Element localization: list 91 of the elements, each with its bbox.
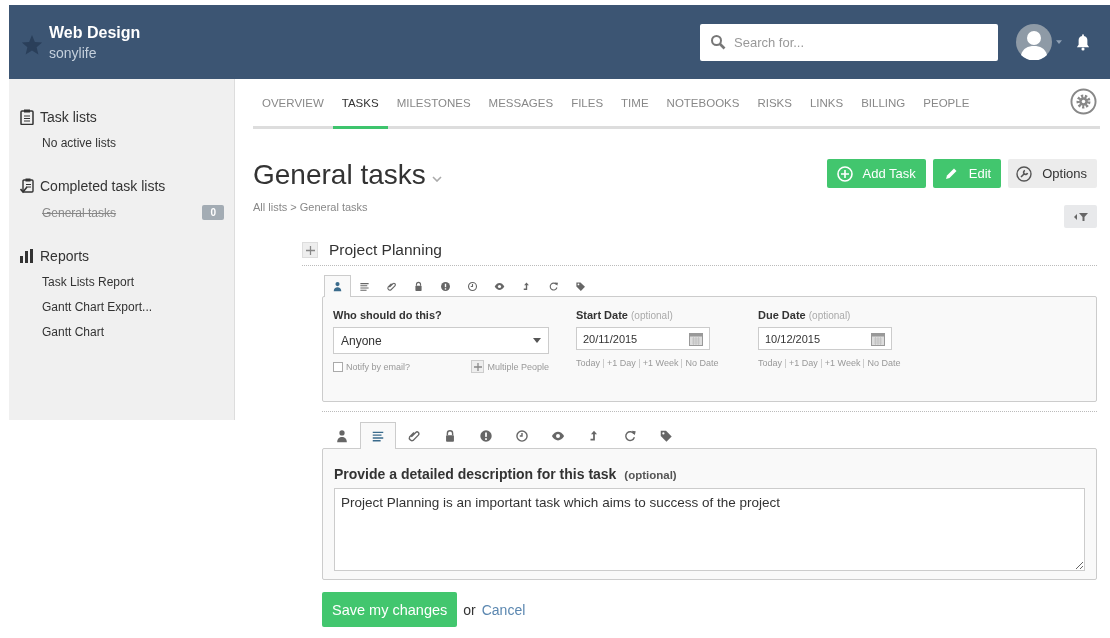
section-title: Task lists bbox=[40, 109, 97, 125]
panel-tab[interactable] bbox=[360, 422, 396, 449]
nav-tab[interactable]: TIME bbox=[612, 79, 658, 126]
repeat-icon bbox=[623, 429, 637, 443]
cancel-link[interactable]: Cancel bbox=[481, 601, 526, 618]
settings-icon[interactable] bbox=[1070, 87, 1097, 115]
date-shortcut-link[interactable]: Today bbox=[576, 359, 605, 368]
task-list-link[interactable]: No active lists bbox=[42, 136, 117, 150]
task-name: Project Planning bbox=[329, 241, 442, 259]
expand-icon[interactable] bbox=[302, 242, 318, 258]
person-icon bbox=[332, 281, 343, 292]
optional-hint: (optional) bbox=[808, 310, 851, 321]
date-field[interactable]: 10/12/2015 bbox=[758, 327, 892, 350]
assignee-select[interactable]: Anyone bbox=[333, 327, 549, 354]
alert-icon bbox=[479, 429, 493, 443]
caret-icon[interactable] bbox=[1056, 40, 1062, 44]
date-shortcut-link[interactable]: +1 Week bbox=[821, 359, 865, 368]
task-list-link[interactable]: General tasks bbox=[42, 205, 117, 220]
repeat-icon bbox=[548, 281, 559, 292]
task-list-link[interactable]: Gantt Chart Export... bbox=[42, 300, 153, 314]
date-shortcut-link[interactable]: +1 Day bbox=[786, 359, 822, 368]
task-list-link[interactable]: Gantt Chart bbox=[42, 325, 105, 339]
filter-icon bbox=[1073, 212, 1088, 221]
nav-tab[interactable]: RISKS bbox=[748, 79, 801, 126]
lines-icon bbox=[371, 429, 385, 443]
nav-tab[interactable]: LINKS bbox=[800, 79, 853, 126]
company-name: sonylife bbox=[49, 44, 98, 61]
wrench-icon bbox=[1016, 165, 1033, 182]
panel-tab[interactable] bbox=[324, 275, 351, 297]
nav-tab[interactable]: MESSAGES bbox=[479, 79, 563, 126]
person-icon bbox=[335, 429, 349, 443]
or-text: or bbox=[463, 601, 476, 618]
task-list-link[interactable]: Task Lists Report bbox=[42, 275, 135, 289]
lines-icon bbox=[359, 281, 370, 292]
breadcrumb[interactable]: All lists > General tasks bbox=[253, 201, 442, 213]
clock-icon bbox=[467, 281, 478, 292]
eye-icon bbox=[494, 281, 505, 292]
nav-tab[interactable]: OVERVIEW bbox=[253, 79, 333, 126]
lock-icon bbox=[443, 429, 457, 443]
tag-icon bbox=[575, 281, 586, 292]
section-title: Completed task lists bbox=[40, 178, 166, 194]
nav-tab[interactable]: BILLING bbox=[852, 79, 915, 126]
save-button[interactable]: Save my changes bbox=[322, 592, 458, 627]
nav-tab[interactable]: NOTEBOOKS bbox=[657, 79, 749, 126]
field-label: Start Date bbox=[576, 309, 628, 321]
plus-circle-icon bbox=[836, 165, 853, 182]
options-button[interactable]: Options bbox=[1008, 159, 1097, 188]
nav-tab[interactable]: PEOPLE bbox=[914, 79, 979, 126]
date-shortcut-link[interactable]: Today bbox=[758, 359, 787, 368]
bar-chart-icon bbox=[20, 248, 34, 264]
nav-tab[interactable]: MILESTONES bbox=[387, 79, 480, 126]
optional-hint: (optional) bbox=[631, 310, 673, 321]
bell-icon[interactable] bbox=[1076, 32, 1090, 52]
multiple-people-link[interactable]: Multiple People bbox=[471, 360, 549, 373]
caret-icon bbox=[533, 338, 541, 343]
search-icon bbox=[710, 33, 726, 50]
section-title: Reports bbox=[40, 248, 90, 264]
filter-button[interactable] bbox=[1064, 205, 1097, 228]
description-field[interactable]: Project Planning is an important task which aims to success of the project bbox=[334, 488, 1085, 571]
calendar-icon bbox=[871, 331, 885, 346]
clipboard-check-icon bbox=[20, 178, 34, 194]
clip-icon bbox=[386, 281, 397, 292]
edit-button[interactable]: Edit bbox=[932, 159, 1002, 188]
search-field[interactable]: Search for... bbox=[700, 23, 998, 61]
nav-tab[interactable]: TASKS bbox=[332, 79, 388, 129]
field-label: Due Date bbox=[758, 309, 806, 321]
tag-icon bbox=[659, 429, 673, 443]
date-shortcut-link[interactable]: No Date bbox=[864, 359, 904, 368]
project-name[interactable]: Web Design bbox=[49, 23, 141, 42]
date-shortcut-link[interactable]: +1 Day bbox=[604, 359, 640, 368]
star-icon[interactable] bbox=[21, 34, 43, 56]
optional-hint: (optional) bbox=[624, 469, 677, 481]
clip-icon bbox=[407, 429, 421, 443]
field-label: Provide a detailed description for this task bbox=[334, 466, 617, 482]
notify-checkbox[interactable]: Notify by email? bbox=[333, 360, 411, 373]
count-badge: 0 bbox=[202, 205, 224, 220]
clock-icon bbox=[515, 429, 529, 443]
date-shortcut-link[interactable]: +1 Week bbox=[639, 359, 683, 368]
nav-tab[interactable]: FILES bbox=[562, 79, 613, 126]
date-field[interactable]: 20/11/2015 bbox=[576, 327, 710, 350]
eye-icon bbox=[551, 429, 565, 443]
calendar-icon bbox=[689, 331, 703, 346]
lock-icon bbox=[413, 281, 424, 292]
plus-icon bbox=[471, 360, 485, 373]
clipboard-icon bbox=[20, 109, 34, 125]
field-label: Who should do this? bbox=[333, 309, 443, 321]
add-task-button[interactable]: Add Task bbox=[826, 159, 926, 188]
alert-icon bbox=[440, 281, 451, 292]
list-title: General tasks bbox=[253, 159, 426, 191]
avatar-icon[interactable] bbox=[1016, 24, 1052, 60]
date-shortcut-link[interactable]: No Date bbox=[682, 359, 722, 368]
